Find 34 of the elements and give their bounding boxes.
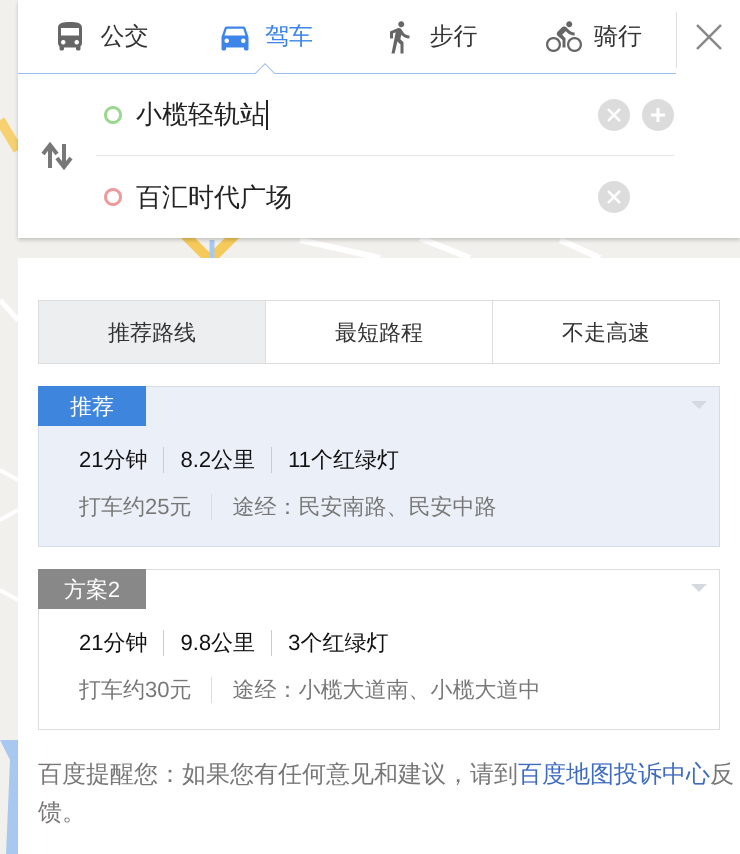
traffic-light-count: 3个红绿灯 [288, 629, 388, 657]
mode-tab[interactable]: 驾车 [182, 0, 347, 73]
mode-tab[interactable]: 公交 [18, 0, 182, 73]
complaint-center-link[interactable]: 百度地图投诉中心 [518, 761, 710, 788]
route-card[interactable]: 推荐 21分钟 8.2公里 11个红绿灯 打车约25元 途经：民安南路、民安中路 [38, 386, 720, 547]
bicycle-icon [546, 18, 582, 54]
location-field[interactable]: 小榄轻轨站 [136, 95, 598, 134]
clear-icon [607, 190, 621, 204]
mode-tab[interactable]: 骑行 [512, 0, 676, 73]
distance-text: 9.8公里 [180, 629, 256, 657]
clear-icon [607, 108, 621, 122]
swap-icon[interactable] [41, 142, 73, 170]
mode-tab[interactable]: 步行 [347, 0, 512, 73]
duration-text: 21分钟 [79, 629, 148, 657]
taxi-fare-text: 打车约25元 [79, 493, 192, 521]
add-button[interactable] [642, 98, 674, 130]
route-label: 方案2 [38, 569, 146, 609]
plus-icon [650, 106, 666, 122]
duration-text: 21分钟 [79, 446, 148, 474]
route-card[interactable]: 方案2 21分钟 9.8公里 3个红绿灯 打车约30元 途经：小榄大道南、小榄大道中 [38, 569, 720, 730]
clear-button[interactable] [598, 98, 630, 130]
dropdown-icon[interactable] [691, 584, 707, 592]
close-icon [694, 23, 722, 51]
route-option-tab[interactable]: 推荐路线 [39, 301, 265, 363]
distance-text: 8.2公里 [180, 446, 256, 474]
traffic-light-count: 11个红绿灯 [288, 446, 399, 474]
route-label: 推荐 [38, 386, 146, 426]
taxi-fare-text: 打车约30元 [79, 676, 192, 704]
dropdown-icon[interactable] [691, 401, 707, 409]
via-roads-text: 途经：民安南路、民安中路 [232, 493, 496, 521]
clear-button[interactable] [598, 181, 630, 213]
location-field[interactable]: 百汇时代广场 [136, 178, 598, 216]
feedback-notice: 百度提醒您：如果您有任何意见和建议，请到百度地图投诉中心反馈。 [38, 760, 734, 828]
via-roads-text: 途经：小榄大道南、小榄大道中 [232, 676, 540, 704]
